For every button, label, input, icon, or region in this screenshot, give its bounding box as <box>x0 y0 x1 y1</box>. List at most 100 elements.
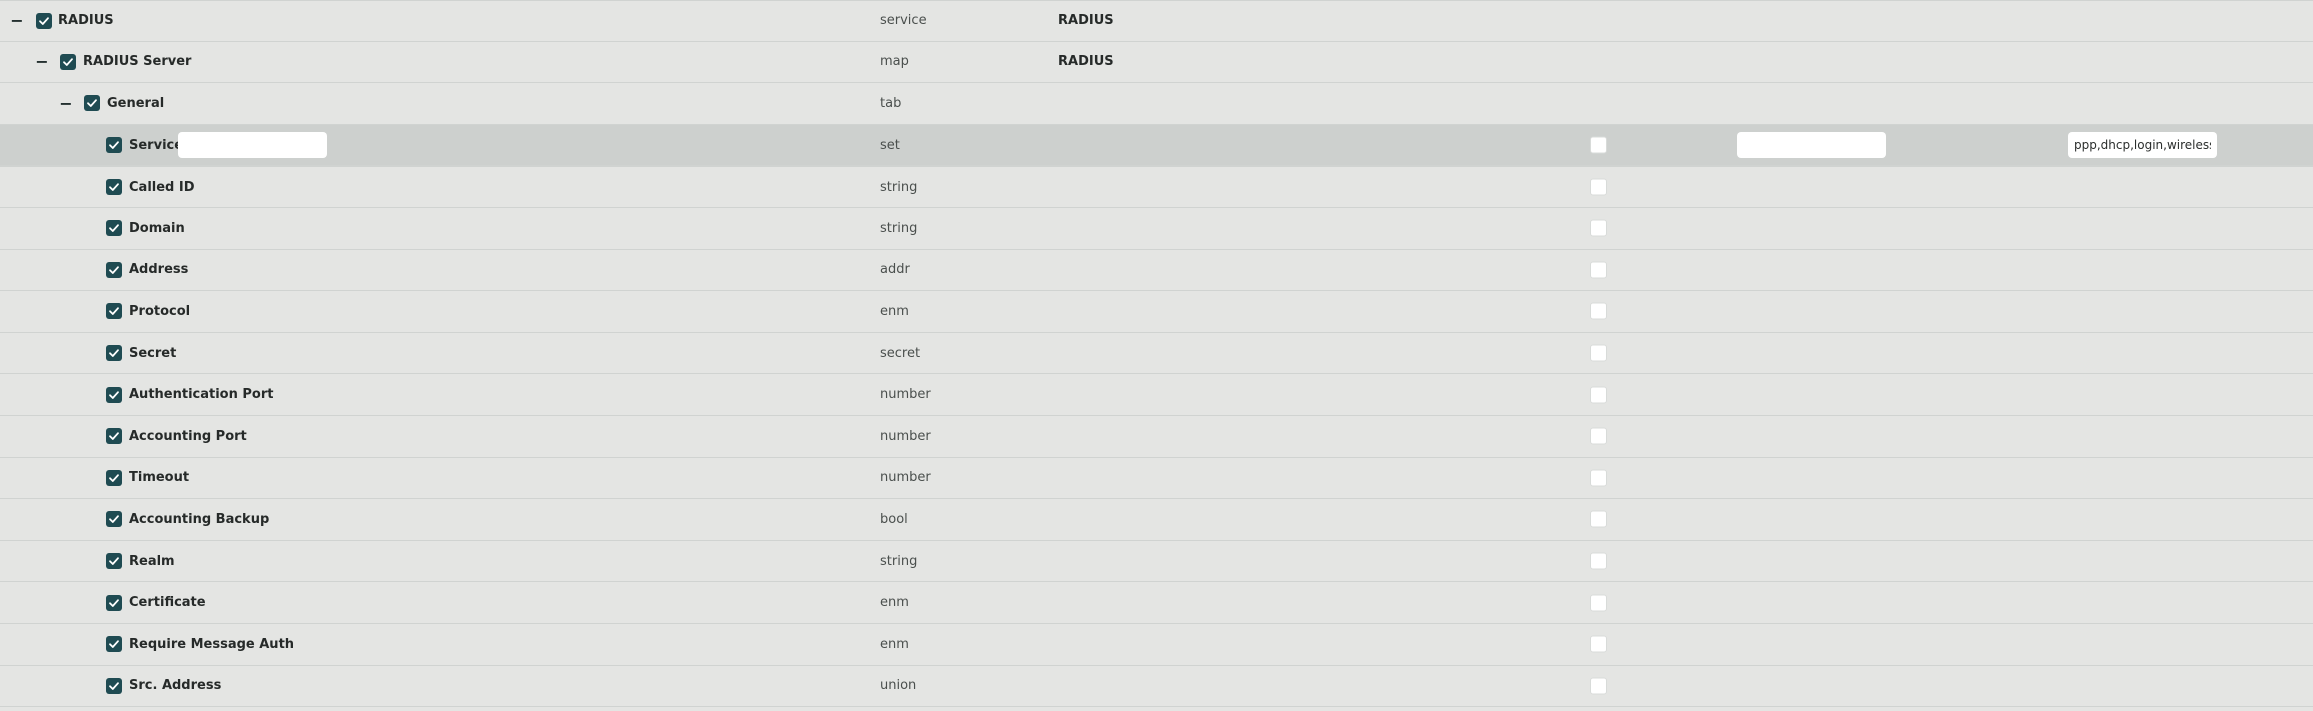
checkmark-icon <box>109 474 119 482</box>
type-label: number <box>880 387 931 403</box>
type-label: addr <box>880 262 910 278</box>
field-checkbox[interactable] <box>106 677 122 694</box>
tree-row-radius-server[interactable]: − RADIUS Server map RADIUS <box>0 42 2313 84</box>
override-checkbox[interactable] <box>1590 386 1607 404</box>
checkmark-icon <box>109 557 119 565</box>
override-checkbox[interactable] <box>1590 677 1607 695</box>
checkmark-icon <box>63 58 73 66</box>
override-checkbox[interactable] <box>1590 178 1607 196</box>
checkmark-icon <box>87 99 97 108</box>
checkmark-icon <box>109 682 119 690</box>
tree-label: Secret <box>129 345 177 361</box>
checkmark-icon <box>109 432 119 441</box>
checkmark-icon <box>109 266 119 274</box>
tree-label: Service <box>129 137 184 153</box>
override-checkbox[interactable] <box>1590 302 1607 320</box>
tree-row-radius[interactable]: − RADIUS service RADIUS <box>0 0 2313 42</box>
override-checkbox[interactable] <box>1590 635 1607 653</box>
tree-label: Protocol <box>129 303 191 319</box>
tree-label: Authentication Port <box>129 387 274 403</box>
checkmark-icon <box>109 598 119 607</box>
field-checkbox[interactable] <box>106 386 122 403</box>
general-checkbox[interactable] <box>84 95 100 112</box>
type-label: string <box>880 220 918 236</box>
override-checkbox[interactable] <box>1590 469 1607 487</box>
checkmark-icon <box>109 183 119 192</box>
tree-row-field[interactable]: Timeout number <box>0 458 2313 500</box>
tree-row-field[interactable]: Src. Address union <box>0 666 2313 708</box>
value-label: RADIUS <box>1058 54 1114 70</box>
field-checkbox[interactable] <box>106 220 122 237</box>
override-checkbox[interactable] <box>1590 594 1607 612</box>
type-label: enm <box>880 303 909 319</box>
tree-label: General <box>107 95 165 111</box>
type-label: union <box>880 678 917 694</box>
tree-row-field[interactable]: Address addr <box>0 250 2313 292</box>
tree-row-general[interactable]: − General tab <box>0 83 2313 125</box>
radius-checkbox[interactable] <box>36 12 52 29</box>
checkmark-icon <box>109 640 119 649</box>
tree-row-field[interactable]: Accounting Backup bool <box>0 499 2313 541</box>
type-label: secret <box>880 345 921 361</box>
checkmark-icon <box>109 224 119 233</box>
override-checkbox[interactable] <box>1590 510 1607 528</box>
tree-row-field[interactable]: Accounting Port number <box>0 416 2313 458</box>
tree-label: Domain <box>129 220 185 236</box>
tree-row-field[interactable]: Domain string <box>0 208 2313 250</box>
checkmark-icon <box>39 17 49 25</box>
field-checkbox[interactable] <box>106 261 122 278</box>
override-checkbox[interactable] <box>1590 552 1607 570</box>
collapse-toggle[interactable]: − <box>8 1 26 41</box>
field-checkbox[interactable] <box>106 303 122 320</box>
type-label: bool <box>880 511 908 527</box>
tree-label: Timeout <box>129 470 190 486</box>
tree-label: Src. Address <box>129 678 222 694</box>
type-label: number <box>880 428 931 444</box>
service-checkbox[interactable] <box>106 137 122 154</box>
override-checkbox[interactable] <box>1590 136 1607 154</box>
checkmark-icon <box>109 141 119 149</box>
tree-row-field[interactable]: Secret secret <box>0 333 2313 375</box>
checkmark-icon <box>109 307 119 316</box>
field-checkbox[interactable] <box>106 428 122 445</box>
checkmark-icon <box>109 349 119 357</box>
field-checkbox[interactable] <box>106 345 122 362</box>
tree-label: Called ID <box>129 179 195 195</box>
tree-label: Realm <box>129 553 175 569</box>
tree-row-service[interactable]: Service set <box>0 124 2313 167</box>
tree-row-field[interactable]: Called ID string <box>0 166 2313 208</box>
type-label: string <box>880 179 918 195</box>
type-label: string <box>880 553 918 569</box>
tree-row-field[interactable]: Realm string <box>0 541 2313 583</box>
override-checkbox[interactable] <box>1590 219 1607 237</box>
tree-label: Certificate <box>129 595 206 611</box>
tree-row-field[interactable]: Require Message Auth enm <box>0 624 2313 666</box>
collapse-toggle[interactable]: − <box>57 83 75 124</box>
value-label: RADIUS <box>1058 13 1114 29</box>
tree-label: RADIUS <box>58 13 114 29</box>
tree-label: Address <box>129 262 189 278</box>
field-checkbox[interactable] <box>106 553 122 570</box>
type-label: tab <box>880 95 902 111</box>
override-checkbox[interactable] <box>1590 344 1607 362</box>
override-checkbox[interactable] <box>1590 427 1607 445</box>
type-label: enm <box>880 595 909 611</box>
field-checkbox[interactable] <box>106 179 122 196</box>
override-checkbox[interactable] <box>1590 261 1607 279</box>
collapse-toggle[interactable]: − <box>33 42 51 83</box>
field-checkbox[interactable] <box>106 594 122 611</box>
checkmark-icon <box>109 515 119 524</box>
type-label: set <box>880 137 900 153</box>
field-checkbox[interactable] <box>106 511 122 528</box>
radius-server-checkbox[interactable] <box>60 53 76 70</box>
default-value-input[interactable] <box>1737 132 1886 159</box>
checkmark-icon <box>109 390 119 399</box>
allowed-values-input[interactable] <box>2068 132 2217 159</box>
tree-row-field[interactable]: Authentication Port number <box>0 374 2313 416</box>
field-checkbox[interactable] <box>106 636 122 653</box>
tree-label: Require Message Auth <box>129 636 295 652</box>
service-input[interactable] <box>178 132 327 159</box>
field-checkbox[interactable] <box>106 469 122 486</box>
tree-row-field[interactable]: Certificate enm <box>0 582 2313 624</box>
tree-row-field[interactable]: Protocol enm <box>0 291 2313 333</box>
